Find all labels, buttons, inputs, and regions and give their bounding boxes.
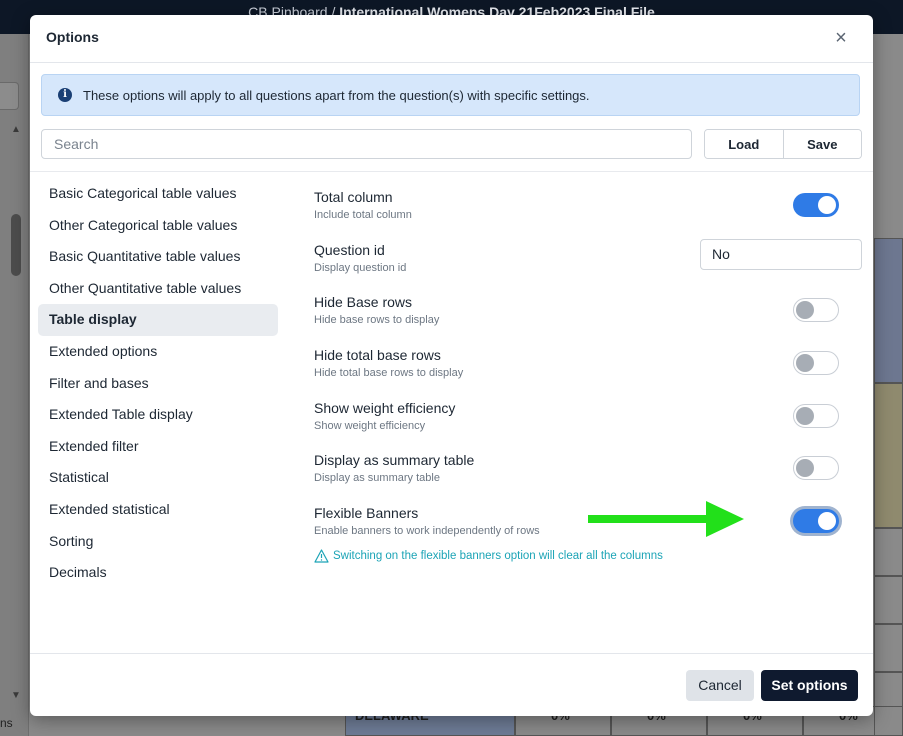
warning-triangle-icon — [314, 549, 329, 563]
toggle-switch[interactable] — [793, 298, 839, 323]
toggle-switch[interactable] — [793, 193, 839, 217]
setting-title: Question id — [314, 241, 385, 258]
setting-title: Hide total base rows — [314, 347, 441, 364]
sidebar-item[interactable]: Decimals — [38, 557, 278, 589]
question-id-select[interactable]: No — [700, 238, 862, 270]
dialog-title: Options — [46, 29, 99, 45]
dialog-header: Options × — [30, 15, 873, 63]
save-button[interactable]: Save — [782, 130, 861, 158]
options-category-nav: Basic Categorical table values Other Cate… — [38, 178, 278, 589]
toggle-switch[interactable] — [793, 509, 839, 534]
toggle-switch[interactable] — [793, 456, 839, 481]
setting-row: Flexible Banners Enable banners to work i… — [314, 503, 860, 556]
setting-title: Total column — [314, 189, 393, 205]
setting-row: Hide Base rows Hide base rows to display — [314, 292, 860, 345]
setting-row: Show weight efficiency Show weight effici… — [314, 398, 860, 451]
setting-description: Include total column — [314, 209, 412, 221]
settings-list: Total column Include total column Question… — [314, 187, 862, 556]
setting-row: Hide total base rows Hide total base rows… — [314, 345, 860, 398]
divider — [30, 171, 873, 172]
toggle-knob — [796, 406, 814, 425]
sidebar-item[interactable]: Sorting — [38, 526, 278, 558]
sidebar-item[interactable]: Basic Categorical table values — [38, 178, 278, 210]
toggle-knob — [796, 459, 814, 478]
setting-description: Display question id — [314, 261, 407, 274]
close-icon[interactable]: × — [831, 27, 851, 49]
cancel-button[interactable]: Cancel — [686, 670, 754, 701]
sidebar-item[interactable]: Other Categorical table values — [38, 210, 278, 242]
setting-row: Display as summary table Display as summa… — [314, 450, 860, 503]
options-dialog: Options × i These options will apply to … — [30, 15, 873, 716]
green-arrow-annotation — [588, 501, 744, 537]
toggle-switch[interactable] — [793, 351, 839, 376]
setting-description: Display as summary table — [314, 472, 440, 485]
load-save-button-group: Load Save — [704, 129, 862, 159]
footer-divider — [30, 653, 873, 654]
sidebar-item[interactable]: Extended options — [38, 336, 278, 368]
setting-description: Enable banners to work independently of … — [314, 525, 540, 538]
toggle-knob — [818, 196, 836, 214]
scrollbar-thumb[interactable] — [11, 214, 21, 276]
sidebar-item[interactable]: Extended Table display — [38, 399, 278, 431]
search-input[interactable] — [41, 129, 692, 159]
setting-title: Flexible Banners — [314, 505, 419, 522]
setting-title: Display as summary table — [314, 452, 475, 469]
setting-description: Show weight efficiency — [314, 419, 426, 432]
sidebar-item[interactable]: Extended filter — [38, 431, 278, 463]
scroll-up-arrow-icon[interactable]: ▲ — [11, 124, 21, 135]
sidebar-item[interactable]: Statistical — [38, 462, 278, 494]
setting-description: Hide total base rows to display — [314, 367, 464, 380]
info-banner-text: These options will apply to all question… — [83, 88, 590, 103]
background-input — [0, 82, 19, 110]
setting-title: Hide Base rows — [314, 294, 413, 311]
toggle-knob — [796, 301, 814, 320]
sidebar-item[interactable]: Table display — [38, 304, 278, 336]
setting-row: Question id Display question id No — [314, 238, 862, 293]
set-options-button[interactable]: Set options — [761, 670, 858, 701]
setting-description: Hide base rows to display — [314, 314, 440, 327]
info-circle-icon: i — [58, 88, 72, 102]
sidebar-item[interactable]: Other Quantitative table values — [38, 273, 278, 305]
setting-row: Total column Include total column — [314, 187, 860, 240]
sidebar-item[interactable]: Extended statistical — [38, 494, 278, 526]
load-button[interactable]: Load — [705, 130, 783, 158]
toggle-switch[interactable] — [793, 403, 839, 428]
flexible-banners-warning: Switching on the flexible banners option… — [314, 549, 663, 563]
scroll-down-arrow-icon[interactable]: ▼ — [11, 690, 21, 701]
info-banner: i These options will apply to all questi… — [41, 74, 860, 116]
setting-title: Show weight efficiency — [314, 399, 456, 416]
toggle-knob — [818, 512, 836, 531]
sidebar-item[interactable]: Filter and bases — [38, 368, 278, 400]
background-cut-text: ns — [0, 716, 13, 730]
left-scroll-panel — [0, 34, 29, 736]
toggle-knob — [796, 354, 814, 373]
warning-text: Switching on the flexible banners option… — [333, 550, 663, 562]
sidebar-item[interactable]: Basic Quantitative table values — [38, 241, 278, 273]
